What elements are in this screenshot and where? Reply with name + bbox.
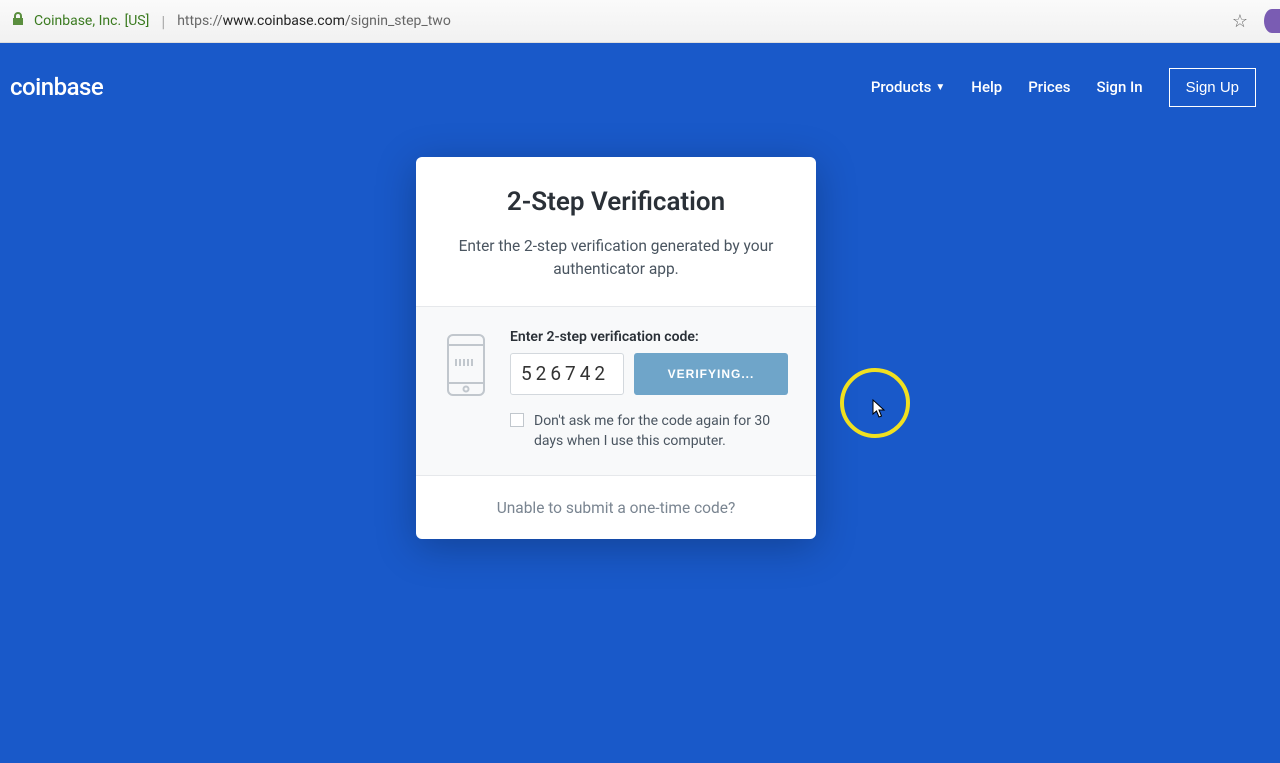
highlight-ring-annotation xyxy=(840,368,910,438)
remember-checkbox-label: Don't ask me for the code again for 30 d… xyxy=(534,411,788,452)
phone-icon xyxy=(444,329,488,452)
input-row: VERIFYING... xyxy=(510,353,788,395)
verification-code-input[interactable] xyxy=(510,353,624,395)
nav-prices[interactable]: Prices xyxy=(1028,78,1070,96)
nav-help[interactable]: Help xyxy=(971,78,1002,96)
url-display[interactable]: https://www.coinbase.com/signin_step_two xyxy=(177,13,451,29)
top-navigation: coinbase Products ▼ Help Prices Sign In … xyxy=(0,43,1280,113)
bookmark-star-icon[interactable]: ☆ xyxy=(1232,11,1248,32)
card-subtitle: Enter the 2-step verification generated … xyxy=(456,235,776,282)
unable-to-submit-link[interactable]: Unable to submit a one-time code? xyxy=(497,499,736,517)
code-field-label: Enter 2-step verification code: xyxy=(510,329,788,345)
page-content: coinbase Products ▼ Help Prices Sign In … xyxy=(0,43,1280,763)
signup-button[interactable]: Sign Up xyxy=(1169,68,1256,107)
coinbase-logo[interactable]: coinbase xyxy=(10,73,103,101)
card-header: 2-Step Verification Enter the 2-step ver… xyxy=(416,157,816,307)
card-footer: Unable to submit a one-time code? xyxy=(416,476,816,539)
profile-avatar-icon[interactable] xyxy=(1264,9,1280,33)
verification-card: 2-Step Verification Enter the 2-step ver… xyxy=(416,157,816,539)
nav-products-label: Products xyxy=(871,78,932,96)
verify-button[interactable]: VERIFYING... xyxy=(634,353,788,395)
nav-products[interactable]: Products ▼ xyxy=(871,78,945,96)
browser-address-bar: Coinbase, Inc. [US] | https://www.coinba… xyxy=(0,0,1280,43)
verification-form: Enter 2-step verification code: VERIFYIN… xyxy=(510,329,788,452)
site-identity: Coinbase, Inc. [US] xyxy=(34,13,149,29)
lock-icon xyxy=(12,12,24,30)
card-title: 2-Step Verification xyxy=(456,187,776,217)
cursor-icon xyxy=(872,399,888,423)
card-body: Enter 2-step verification code: VERIFYIN… xyxy=(416,307,816,477)
remember-checkbox[interactable] xyxy=(510,413,524,427)
chevron-down-icon: ▼ xyxy=(935,82,945,93)
url-separator: | xyxy=(161,12,165,31)
nav-signin[interactable]: Sign In xyxy=(1097,78,1143,96)
remember-checkbox-row: Don't ask me for the code again for 30 d… xyxy=(510,411,788,452)
nav-links: Products ▼ Help Prices Sign In Sign Up xyxy=(871,68,1256,107)
